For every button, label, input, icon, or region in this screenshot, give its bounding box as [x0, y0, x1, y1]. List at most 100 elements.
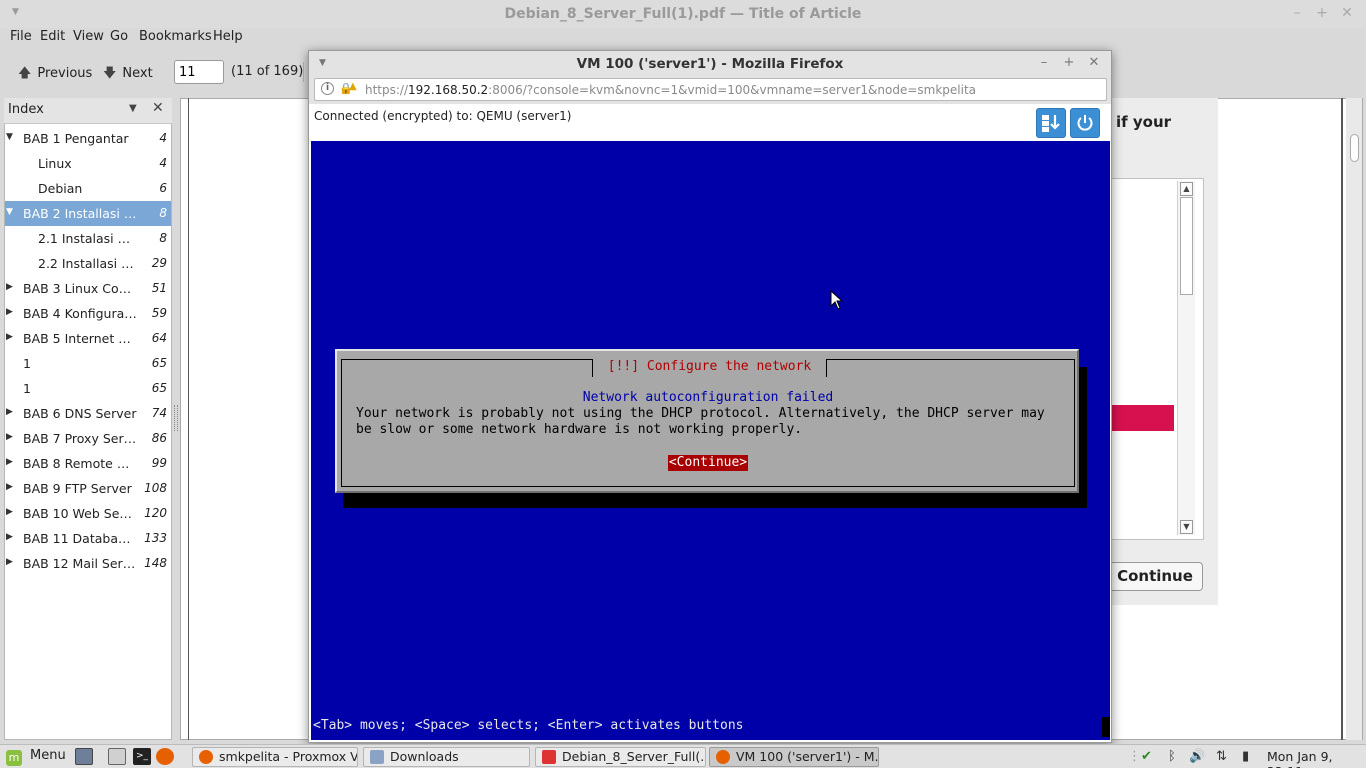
clock[interactable]: Mon Jan 9, 22:11 — [1267, 749, 1366, 768]
pdf-titlebar[interactable]: ▼ Debian_8_Server_Full(1).pdf — Title of… — [0, 0, 1366, 28]
index-item-page: 8 — [159, 206, 167, 220]
file-manager-icon[interactable] — [108, 748, 126, 765]
index-item-label: 2.1 Instalasi den... — [38, 231, 137, 246]
info-icon[interactable]: i — [321, 82, 334, 95]
index-item-label: BAB 2 Installasi De... — [23, 206, 137, 221]
battery-icon[interactable]: ▮ — [1242, 749, 1249, 764]
pdf-vertical-scrollbar[interactable] — [1346, 98, 1362, 740]
index-item[interactable]: 1 65 — [5, 351, 171, 376]
index-item[interactable]: 2.2 Installasi Me... 29 — [5, 251, 171, 276]
index-item[interactable]: ▼ BAB 1 Pengantar 4 — [5, 126, 171, 151]
index-item[interactable]: Debian 6 — [5, 176, 171, 201]
menu-view[interactable]: View — [73, 29, 104, 44]
index-close-icon[interactable]: ✕ — [152, 100, 164, 116]
expander-closed-icon[interactable]: ▶ — [6, 432, 13, 442]
scroll-down-icon: ▼ — [1180, 520, 1193, 534]
url-rest: :8006/?console=kvm&novnc=1&vmid=100&vmna… — [488, 83, 977, 97]
index-dropdown-icon[interactable]: ▼ — [129, 103, 137, 114]
close-icon[interactable]: ✕ — [1085, 55, 1103, 70]
index-item[interactable]: ▶ BAB 3 Linux Comm... 51 — [5, 276, 171, 301]
index-item[interactable]: ▶ BAB 8 Remote Acc... 99 — [5, 451, 171, 476]
menu-edit[interactable]: Edit — [40, 29, 65, 44]
vm-console-screen[interactable]: [!!] Configure the network Network autoc… — [311, 141, 1110, 740]
page-edge-left — [188, 98, 189, 740]
pdf-window-title: Debian_8_Server_Full(1).pdf — Title of A… — [504, 6, 862, 22]
menu-go[interactable]: Go — [110, 29, 128, 44]
index-item[interactable]: ▶ BAB 4 Konfigurasi I... 59 — [5, 301, 171, 326]
scrollbar-thumb[interactable] — [1350, 134, 1359, 162]
index-item-page: 148 — [144, 556, 167, 570]
index-item-label: Linux — [38, 156, 72, 171]
menu-help[interactable]: Help — [213, 29, 243, 44]
start-menu-label: Menu — [30, 748, 66, 763]
previous-button[interactable]: 🡅 Previous — [18, 64, 92, 86]
show-desktop-icon[interactable] — [75, 748, 93, 765]
expander-closed-icon[interactable]: ▶ — [6, 307, 13, 317]
task-proxmox[interactable]: smkpelita - Proxmox V... — [192, 747, 358, 767]
index-item-page: 8 — [159, 231, 167, 245]
index-item-page: 99 — [151, 456, 167, 470]
expander-closed-icon[interactable]: ▶ — [6, 482, 13, 492]
index-item-label: BAB 8 Remote Acc... — [23, 456, 137, 471]
update-shield-icon[interactable]: ✔ — [1141, 749, 1152, 764]
index-item[interactable]: ▶ BAB 11 Database S... 133 — [5, 526, 171, 551]
task-downloads[interactable]: Downloads — [363, 747, 530, 767]
send-keys-button[interactable] — [1036, 108, 1066, 138]
index-item-page: 133 — [144, 531, 167, 545]
power-button[interactable] — [1070, 108, 1100, 138]
expander-closed-icon[interactable]: ▶ — [6, 507, 13, 517]
network-icon[interactable]: ⇅ — [1216, 749, 1227, 764]
index-item[interactable]: ▶ BAB 10 Web Server 120 — [5, 501, 171, 526]
firefox-icon — [716, 750, 730, 764]
volume-icon[interactable]: 🔊 — [1189, 749, 1205, 764]
expander-closed-icon[interactable]: ▶ — [6, 332, 13, 342]
expander-open-icon[interactable]: ▼ — [6, 132, 13, 142]
task-pdf-viewer[interactable]: Debian_8_Server_Full(... — [535, 747, 706, 767]
expander-closed-icon[interactable]: ▶ — [6, 282, 13, 292]
index-item-label: 2.2 Installasi Me... — [38, 256, 137, 271]
index-title: Index — [8, 102, 44, 117]
maximize-icon[interactable]: + — [1060, 55, 1078, 70]
expander-closed-icon[interactable]: ▶ — [6, 407, 13, 417]
embedded-scrollbar: ▲ ▼ — [1177, 181, 1195, 535]
index-item[interactable]: 1 65 — [5, 376, 171, 401]
expander-closed-icon[interactable]: ▶ — [6, 532, 13, 542]
index-item[interactable]: ▶ BAB 6 DNS Server 74 — [5, 401, 171, 426]
index-item[interactable]: ▶ BAB 9 FTP Server 108 — [5, 476, 171, 501]
task-vm-console[interactable]: VM 100 ('server1') - M... — [709, 747, 879, 767]
terminal-icon[interactable]: >_ — [133, 748, 151, 765]
expander-closed-icon[interactable]: ▶ — [6, 457, 13, 467]
keyboard-icon — [1042, 115, 1060, 132]
continue-button[interactable]: <Continue> — [668, 455, 748, 471]
index-item-label: BAB 1 Pengantar — [23, 131, 129, 146]
next-button[interactable]: 🡇 Next — [103, 64, 153, 86]
url-prefix: https:// — [365, 83, 409, 97]
index-item[interactable]: ▶ BAB 7 Proxy Server 86 — [5, 426, 171, 451]
index-item[interactable]: Linux 4 — [5, 151, 171, 176]
firefox-icon — [199, 750, 213, 764]
url-text[interactable]: https://192.168.50.2:8006/?console=kvm&n… — [365, 83, 976, 97]
menu-file[interactable]: File — [10, 29, 32, 44]
minimize-icon[interactable]: – — [1035, 55, 1053, 70]
expander-closed-icon[interactable]: ▶ — [6, 557, 13, 567]
close-icon[interactable]: ✕ — [1338, 5, 1356, 21]
index-item-label: BAB 3 Linux Comm... — [23, 281, 137, 296]
page-number-input[interactable] — [174, 60, 224, 84]
start-menu-button[interactable]: m Menu — [6, 748, 66, 766]
minimize-icon[interactable]: – — [1288, 5, 1306, 21]
maximize-icon[interactable]: + — [1313, 5, 1331, 21]
menu-bookmarks[interactable]: Bookmarks — [139, 29, 212, 44]
index-item-page: 108 — [144, 481, 167, 495]
index-item[interactable]: 2.1 Instalasi den... 8 — [5, 226, 171, 251]
task-label: Debian_8_Server_Full(... — [562, 749, 706, 764]
bluetooth-icon[interactable]: ᛒ — [1168, 749, 1176, 764]
firefox-icon[interactable] — [156, 748, 174, 765]
index-item-page: 6 — [159, 181, 167, 195]
index-item[interactable]: ▶ BAB 12 Mail Server 148 — [5, 551, 171, 576]
expander-open-icon[interactable]: ▼ — [6, 207, 13, 217]
arrow-down-icon: 🡇 — [103, 66, 117, 81]
index-item[interactable]: ▼ BAB 2 Installasi De... 8 — [5, 201, 171, 226]
url-bar[interactable]: i 🔒 ▲ https://192.168.50.2:8006/?console… — [314, 78, 1107, 101]
pane-resize-handle[interactable] — [174, 405, 178, 431]
index-item[interactable]: ▶ BAB 5 Internet Gat... 64 — [5, 326, 171, 351]
